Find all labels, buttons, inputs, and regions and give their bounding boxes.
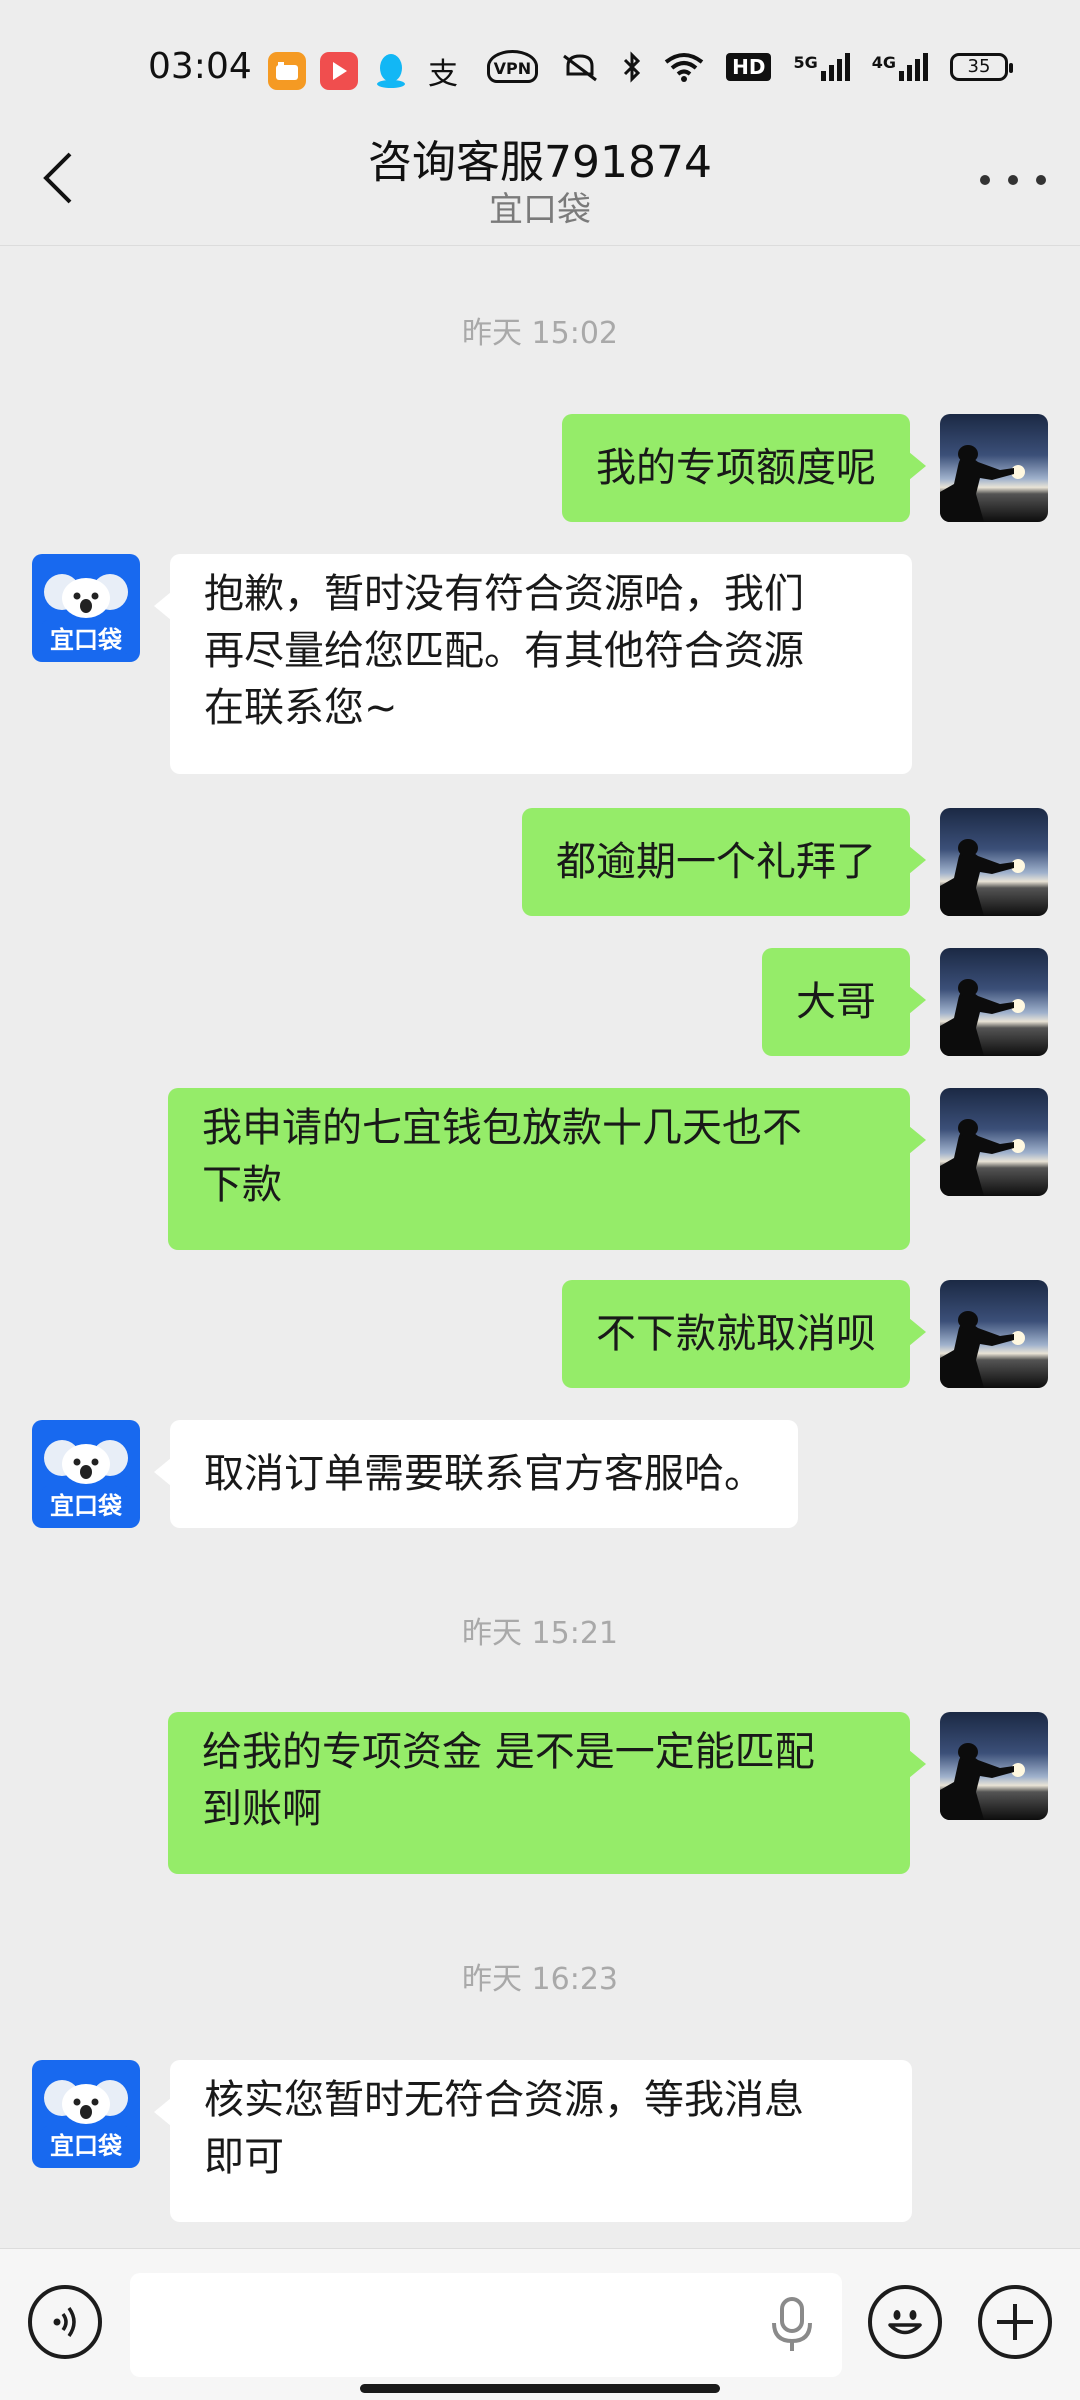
- outgoing-message[interactable]: 我的专项额度呢: [562, 414, 926, 522]
- service-avatar[interactable]: 宜口袋: [32, 2060, 140, 2168]
- voice-toggle-button[interactable]: [28, 2285, 102, 2359]
- silhouette-image: [940, 445, 1025, 522]
- signal-5g-icon: 5G: [793, 52, 850, 81]
- user-avatar[interactable]: [940, 948, 1048, 1056]
- message-timestamp: 昨天 16:23: [462, 1962, 618, 1997]
- message-text-line: 在联系您~: [204, 685, 398, 731]
- incoming-message[interactable]: 核实您暂时无符合资源，等我消息 即可: [154, 2060, 912, 2222]
- koala-logo-icon: 宜口袋: [42, 1440, 130, 1520]
- outgoing-message[interactable]: 不下款就取消呗: [562, 1280, 926, 1388]
- home-indicator[interactable]: [360, 2384, 720, 2393]
- incoming-message[interactable]: 抱歉，暂时没有符合资源哈，我们 再尽量给您匹配。有其他符合资源 在联系您~: [154, 554, 912, 774]
- more-dot-icon: [1008, 175, 1018, 185]
- silhouette-image: [940, 1743, 1025, 1820]
- message-text: 不下款就取消呗: [596, 1310, 876, 1357]
- chat-header: 咨询客服791874 宜口袋: [0, 120, 1080, 246]
- more-options-button[interactable]: [980, 160, 1046, 200]
- video-app-icon: [268, 52, 306, 90]
- more-dot-icon: [980, 175, 990, 185]
- user-avatar[interactable]: [940, 1712, 1048, 1820]
- user-avatar[interactable]: [940, 1280, 1048, 1388]
- more-dot-icon: [1036, 175, 1046, 185]
- status-time: 03:04: [148, 46, 252, 87]
- message-timestamp: 昨天 15:02: [462, 316, 618, 351]
- alipay-icon: 支: [428, 57, 458, 92]
- user-avatar[interactable]: [940, 1088, 1048, 1196]
- bluetooth-icon: [624, 50, 641, 83]
- message-text-line: 再尽量给您匹配。有其他符合资源: [204, 628, 804, 674]
- play-app-icon: [320, 52, 358, 90]
- service-avatar[interactable]: 宜口袋: [32, 554, 140, 662]
- microphone-icon[interactable]: [768, 2295, 816, 2355]
- message-input-bar: [0, 2248, 1080, 2400]
- hd-icon: HD: [726, 52, 772, 81]
- outgoing-message[interactable]: 都逾期一个礼拜了: [522, 808, 926, 916]
- silhouette-image: [940, 979, 1025, 1056]
- koala-logo-icon: 宜口袋: [42, 2080, 130, 2160]
- plus-icon: [997, 2304, 1033, 2340]
- message-text: 我的专项额度呢: [596, 444, 876, 491]
- message-text: 取消订单需要联系官方客服哈。: [204, 1450, 764, 1497]
- koala-logo-icon: 宜口袋: [42, 574, 130, 654]
- smiley-icon: [888, 2310, 922, 2335]
- signal-4g-icon: 4G: [872, 52, 928, 81]
- silhouette-image: [940, 1119, 1025, 1196]
- battery-icon: 35: [950, 52, 1013, 81]
- wifi-icon: [664, 52, 704, 82]
- message-text-line: 核实您暂时无符合资源，等我消息: [204, 2077, 804, 2123]
- silhouette-image: [940, 1311, 1025, 1388]
- message-text-line: 抱歉，暂时没有符合资源哈，我们: [204, 571, 804, 617]
- svg-text:宜口袋: 宜口袋: [50, 626, 123, 654]
- status-bar: 03:04 支 VPN HD 5G 4G 35: [0, 0, 1080, 140]
- mute-icon: [563, 53, 598, 81]
- silhouette-image: [940, 839, 1025, 916]
- status-app-icons: 支: [268, 52, 462, 92]
- vpn-icon: VPN: [486, 50, 539, 83]
- more-functions-button[interactable]: [978, 2285, 1052, 2359]
- outgoing-message[interactable]: 我申请的七宜钱包放款十几天也不 下款: [168, 1088, 926, 1250]
- message-text-line: 给我的专项资金 是不是一定能匹配: [202, 1729, 815, 1775]
- message-text-line: 下款: [202, 1162, 282, 1208]
- chat-title: 咨询客服791874: [368, 137, 712, 188]
- svg-text:宜口袋: 宜口袋: [50, 1492, 123, 1520]
- outgoing-message[interactable]: 给我的专项资金 是不是一定能匹配 到账啊: [168, 1712, 926, 1874]
- system-status-icons: VPN HD 5G 4G 35: [486, 50, 1013, 83]
- user-avatar[interactable]: [940, 808, 1048, 916]
- chat-subtitle: 宜口袋: [489, 190, 591, 230]
- chat-screen: 03:04 支 VPN HD 5G 4G 35 咨询客服791874 宜口袋 昨…: [0, 0, 1080, 2400]
- message-text: 大哥: [796, 978, 876, 1025]
- user-avatar[interactable]: [940, 414, 1048, 522]
- message-list[interactable]: 昨天 15:02 我的专项额度呢 宜口袋 抱歉，暂时没有符合资源哈，我们 再尽量…: [0, 246, 1080, 2240]
- message-text-line: 到账啊: [202, 1786, 322, 1832]
- incoming-message[interactable]: 取消订单需要联系官方客服哈。: [154, 1420, 798, 1528]
- svg-text:宜口袋: 宜口袋: [50, 2132, 123, 2160]
- message-text-line: 我申请的七宜钱包放款十几天也不: [202, 1105, 802, 1151]
- voice-icon: [53, 2306, 76, 2338]
- message-text-input[interactable]: [130, 2273, 842, 2377]
- service-avatar[interactable]: 宜口袋: [32, 1420, 140, 1528]
- message-text: 都逾期一个礼拜了: [556, 838, 876, 885]
- message-timestamp: 昨天 15:21: [462, 1616, 618, 1651]
- qq-icon: [372, 52, 410, 90]
- outgoing-message[interactable]: 大哥: [762, 948, 926, 1056]
- message-text-line: 即可: [204, 2134, 284, 2180]
- emoji-button[interactable]: [868, 2285, 942, 2359]
